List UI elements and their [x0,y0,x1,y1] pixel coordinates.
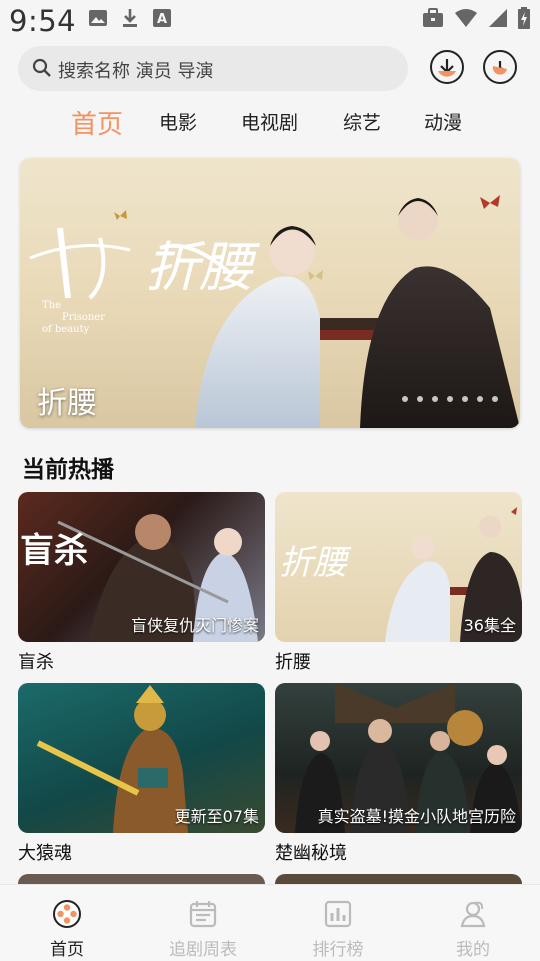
nav-label: 我的 [456,940,490,960]
category-tabs: 首页 电影 电视剧 综艺 动漫 [0,102,540,142]
card-badge: 36集全 [463,616,516,635]
video-card[interactable]: 折腰 36集全 折腰 [275,492,522,674]
video-thumbnail: 折腰 36集全 [275,492,522,642]
banner-title: 折腰 [37,386,97,421]
status-bar: 9:54 A [0,0,540,40]
wifi-icon [455,9,477,27]
video-thumbnail: 盲杀 盲侠复仇灭门惨案 [18,492,265,642]
bottom-navigation: 首页 追剧周表 排行榜 我的 [0,884,540,961]
card-title: 折腰 [275,652,311,673]
text-icon: A [153,9,171,27]
carousel-dot[interactable] [477,396,483,402]
nav-label: 首页 [50,940,84,960]
download-button[interactable] [430,50,464,84]
nav-ranking[interactable]: 排行榜 [288,899,388,960]
banner-english-line3: of beauty [42,324,90,335]
tab-variety[interactable]: 综艺 [343,108,381,135]
video-thumbnail: 更新至07集 [18,683,265,833]
banner-carousel[interactable]: 折腰 The Prisoner of beauty 折腰 [20,158,520,428]
carousel-dot[interactable] [417,396,423,402]
nav-home[interactable]: 首页 [17,899,117,960]
video-card[interactable]: 盲杀 盲侠复仇灭门惨案 盲杀 [18,492,265,674]
card-title: 楚幽秘境 [275,843,347,864]
search-icon [32,58,51,77]
carousel-dot[interactable] [432,396,438,402]
thumbnail-art-text: 盲杀 [20,531,88,571]
nav-schedule[interactable]: 追剧周表 [153,899,253,960]
image-icon [89,10,107,26]
banner-english-line2: Prisoner [62,312,105,323]
film-reel-icon [53,900,81,928]
video-card[interactable]: 真实盗墓!摸金小队地宫历险 楚幽秘境 [275,683,522,865]
ranking-chart-icon [324,900,352,928]
section-title: 当前热播 [22,457,114,483]
status-time: 9:54 [9,4,77,38]
search-placeholder: 搜索名称 演员 导演 [58,61,214,82]
profile-icon [460,901,486,928]
briefcase-icon [423,8,443,27]
tab-tv-series[interactable]: 电视剧 [241,108,298,135]
carousel-dot[interactable] [492,396,498,402]
battery-charging-icon [518,7,530,29]
carousel-indicator [402,396,498,402]
card-badge: 更新至07集 [174,807,259,826]
carousel-dot[interactable] [462,396,468,402]
nav-label: 排行榜 [312,940,364,960]
download-icon [438,59,456,77]
banner-english-line1: The [42,300,61,311]
search-input[interactable]: 搜索名称 演员 导演 [18,46,408,91]
history-button[interactable] [483,50,517,84]
tab-anime[interactable]: 动漫 [424,108,462,135]
card-title: 盲杀 [18,652,54,673]
banner-art-text: 折腰 [145,236,260,299]
card-badge: 真实盗墓!摸金小队地宫历险 [317,807,516,826]
carousel-dot[interactable] [402,396,408,402]
signal-icon [489,9,507,27]
video-card[interactable]: 更新至07集 大猿魂 [18,683,265,865]
tab-home[interactable]: 首页 [71,104,123,141]
nav-profile[interactable]: 我的 [423,899,523,960]
history-icon [492,61,507,75]
video-thumbnail: 真实盗墓!摸金小队地宫历险 [275,683,522,833]
svg-text:A: A [157,12,167,27]
card-title: 大猿魂 [18,843,72,864]
download-icon [123,9,137,27]
carousel-dot[interactable] [447,396,453,402]
thumbnail-art-text: 折腰 [279,543,352,583]
card-badge: 盲侠复仇灭门惨案 [130,616,259,635]
tab-movies[interactable]: 电影 [159,108,197,135]
calendar-icon [189,901,217,928]
nav-label: 追剧周表 [169,940,237,960]
